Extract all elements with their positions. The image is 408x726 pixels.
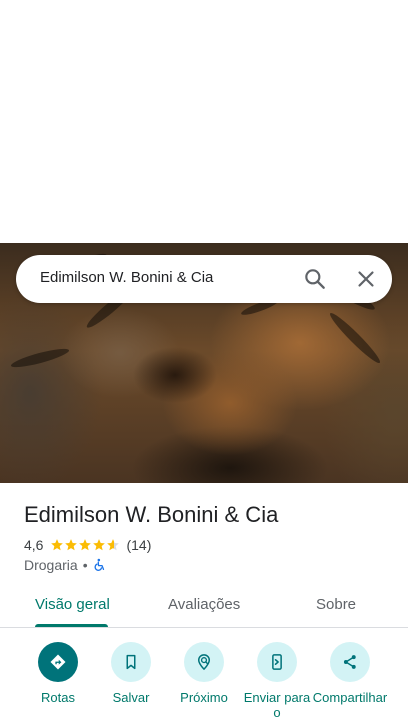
- close-icon[interactable]: [353, 266, 379, 292]
- send-to-phone-label: Enviar para o: [243, 690, 311, 720]
- share-icon: [330, 642, 370, 682]
- tab-reviews[interactable]: Avaliações: [168, 596, 240, 613]
- star-icon: [93, 539, 106, 551]
- save-button[interactable]: Salvar: [93, 642, 169, 726]
- star-icon: [65, 539, 78, 551]
- tab-overview[interactable]: Visão geral: [35, 596, 110, 613]
- separator-dot: •: [82, 557, 88, 573]
- nearby-button[interactable]: Próximo: [166, 642, 242, 726]
- directions-button[interactable]: Rotas: [20, 642, 96, 726]
- directions-icon: [38, 642, 78, 682]
- bookmark-icon: [111, 642, 151, 682]
- search-input[interactable]: Edimilson W. Bonini & Cia: [40, 269, 213, 286]
- save-label: Salvar: [112, 690, 150, 705]
- category-label: Drogaria: [24, 557, 78, 573]
- search-bar[interactable]: Edimilson W. Bonini & Cia: [16, 255, 392, 303]
- search-icon[interactable]: [302, 266, 328, 292]
- category-row: Drogaria •: [24, 556, 107, 574]
- nearby-icon: [184, 642, 224, 682]
- wheelchair-accessible-icon: [93, 558, 107, 572]
- share-label: Compartilhar: [312, 690, 388, 705]
- rating-value: 4,6: [24, 537, 44, 553]
- star-icon: [107, 539, 120, 551]
- star-icon: [79, 539, 92, 551]
- rating-row[interactable]: 4,6 (14): [24, 536, 151, 554]
- star-rating: [50, 538, 120, 552]
- send-to-phone-button[interactable]: Enviar para o: [239, 642, 315, 726]
- directions-label: Rotas: [41, 690, 75, 705]
- tab-about[interactable]: Sobre: [316, 596, 356, 613]
- share-button[interactable]: Compartilhar: [312, 642, 388, 726]
- place-title: Edimilson W. Bonini & Cia: [24, 502, 279, 527]
- star-icon: [51, 539, 64, 551]
- map-area: [0, 0, 408, 243]
- tab-bar: Visão geral Avaliações Sobre: [0, 590, 408, 628]
- send-to-phone-icon: [257, 642, 297, 682]
- nearby-label: Próximo: [180, 690, 228, 705]
- tab-indicator: [35, 624, 108, 627]
- review-count: (14): [126, 537, 152, 553]
